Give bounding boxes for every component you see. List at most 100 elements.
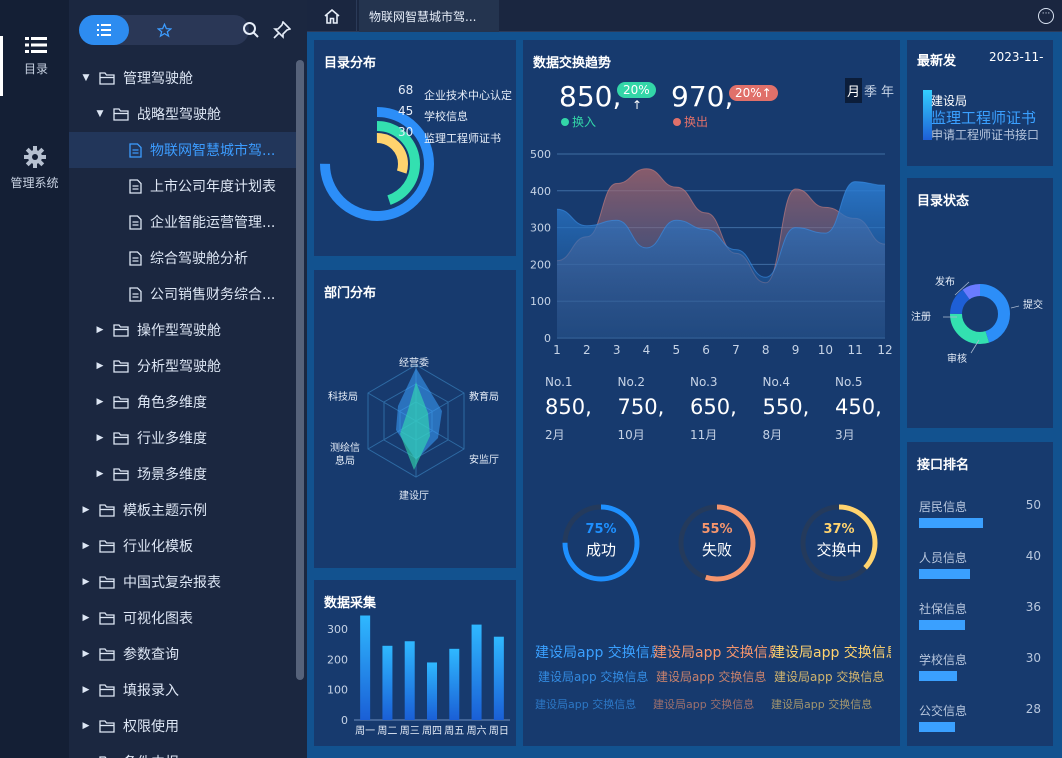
tab-dashboard[interactable]: 物联网智慧城市驾...	[359, 0, 499, 32]
period-year[interactable]: 年	[879, 78, 896, 103]
tree-node[interactable]: ▶ 权限使用	[69, 708, 297, 744]
latest-item[interactable]: 监理工程师证书	[931, 107, 1036, 128]
favorites-button[interactable]	[139, 15, 189, 45]
caret-down-icon[interactable]: ▼	[81, 73, 91, 83]
ring-value-3: 30	[398, 125, 414, 139]
scroll-text[interactable]: 建设局app 交换信息	[535, 642, 655, 662]
home-icon	[323, 8, 340, 24]
scroll-text[interactable]: 建设局app 交换信息	[538, 668, 656, 685]
pin-icon[interactable]	[273, 21, 291, 39]
tree-node[interactable]: ▶ 行业多维度	[69, 420, 297, 456]
y-tick-label: 300	[530, 222, 551, 235]
tree-node[interactable]: ▶ 场景多维度	[69, 456, 297, 492]
folder-icon	[113, 324, 129, 337]
tree-node[interactable]: ▶ 操作型驾驶舱	[69, 312, 297, 348]
x-tick-label: 周三	[400, 725, 420, 737]
tree-node[interactable]: ▶ 行业化模板	[69, 528, 297, 564]
rank-amount: 750,	[617, 395, 665, 419]
gauge-pct: 75%	[585, 522, 617, 537]
rank-no: No.2	[617, 375, 646, 389]
tree-scrollbar[interactable]	[296, 60, 304, 680]
rank-no: No.5	[835, 375, 863, 389]
left-rail: 目录 管理系统	[0, 0, 69, 758]
catalog-tree-panel: ▼ 管理驾驶舱 ▼ 战略型驾驶舱物联网智慧城市驾... 上市公司年度计划表 企业智能运营管…	[69, 0, 307, 758]
y-tick-label: 300	[327, 623, 348, 636]
caret-right-icon[interactable]: ▶	[95, 469, 105, 479]
caret-right-icon[interactable]: ▶	[95, 325, 105, 335]
in-legend: 换入	[561, 113, 596, 130]
rail-item-catalog[interactable]: 目录	[0, 36, 69, 96]
tree-node[interactable]: ▶ 参数查询	[69, 636, 297, 672]
tree-node[interactable]: 综合驾驶舱分析	[69, 240, 297, 276]
rank-value: 36	[1025, 600, 1041, 614]
scroll-text[interactable]: 建设局app 交换信息	[656, 668, 774, 685]
caret-right-icon[interactable]: ▶	[95, 397, 105, 407]
out-value: 970,	[671, 80, 734, 113]
rank-value: 30	[1025, 651, 1041, 665]
scroll-text[interactable]: 建设局app 交换信息	[535, 696, 653, 712]
more-icon[interactable]: ···	[1038, 8, 1054, 24]
tree-node[interactable]: ▶ 中国式复杂报表	[69, 564, 297, 600]
view-toggle	[79, 15, 249, 45]
radar-label-6: 科技局	[328, 392, 358, 403]
up-arrow-icon: ↑	[761, 86, 772, 100]
x-tick-label: 6	[702, 343, 710, 357]
radar-label-5: 测绘信息局	[330, 443, 360, 467]
caret-right-icon[interactable]: ▶	[81, 541, 91, 551]
home-tab[interactable]	[307, 0, 357, 32]
scroll-text[interactable]: 建设局app 交换信息	[774, 668, 892, 685]
tree-node[interactable]: 公司销售财务综合...	[69, 276, 297, 312]
bar	[382, 645, 393, 720]
folder-icon	[99, 684, 115, 697]
rail-label-catalog: 目录	[23, 62, 48, 76]
list-view-button[interactable]	[79, 15, 129, 45]
tree-node-label: 参数查询	[123, 647, 179, 663]
tree-node[interactable]: ▶ 分析型驾驶舱	[69, 348, 297, 384]
rank-value: 28	[1025, 702, 1041, 716]
scroll-text[interactable]: 建设局app 交换信息	[653, 696, 771, 712]
tree-node[interactable]: 上市公司年度计划表	[69, 168, 297, 204]
caret-right-icon[interactable]: ▶	[81, 505, 91, 515]
tree-node[interactable]: ▶条件内报	[69, 744, 297, 758]
x-tick-label: 周日	[489, 725, 509, 737]
period-quarter[interactable]: 季	[862, 78, 879, 103]
bar	[404, 641, 415, 720]
tree-node[interactable]: 物联网智慧城市驾...	[69, 132, 297, 168]
tree-node-label: 物联网智慧城市驾...	[150, 143, 276, 159]
search-icon[interactable]	[242, 21, 260, 39]
tree-node-label: 行业多维度	[137, 431, 207, 447]
tree-node[interactable]: 企业智能运营管理...	[69, 204, 297, 240]
tree-node[interactable]: ▶ 模板主题示例	[69, 492, 297, 528]
caret-down-icon[interactable]: ▼	[95, 109, 105, 119]
rank-month: 10月	[617, 428, 645, 442]
rank-bar	[919, 569, 971, 579]
caret-right-icon[interactable]: ▶	[95, 433, 105, 443]
y-tick-label: 100	[530, 295, 551, 308]
caret-right-icon[interactable]: ▶	[95, 361, 105, 371]
rank-bar	[919, 518, 983, 528]
rank-bar	[919, 620, 966, 630]
scroll-text[interactable]: 建设局app 交换信息	[771, 642, 891, 662]
period-month[interactable]: 月	[845, 77, 863, 103]
caret-right-icon[interactable]: ▶	[81, 577, 91, 587]
scroll-text[interactable]: 建设局app 交换信息	[771, 696, 889, 712]
folder-icon	[99, 504, 115, 517]
tree-node[interactable]: ▶ 可视化图表	[69, 600, 297, 636]
status-label-publish: 发布	[935, 277, 955, 288]
tree-node-label: 权限使用	[123, 719, 179, 735]
tree-node[interactable]: ▼ 管理驾驶舱	[69, 60, 297, 96]
tree-node[interactable]: ▶ 角色多维度	[69, 384, 297, 420]
caret-right-icon[interactable]: ▶	[81, 613, 91, 623]
ring-label-1: 企业技术中心认定	[424, 89, 512, 102]
caret-right-icon[interactable]: ▶	[81, 685, 91, 695]
tree-node[interactable]: ▼ 战略型驾驶舱	[69, 96, 297, 132]
rail-item-admin[interactable]: 管理系统	[0, 146, 69, 206]
latest-release-panel: 最新发 2023-11- 建设局 监理工程师证书 申请工程师证书接口	[907, 40, 1053, 166]
caret-right-icon[interactable]: ▶	[81, 721, 91, 731]
tree-node[interactable]: ▶ 填报录入	[69, 672, 297, 708]
caret-right-icon[interactable]: ▶	[81, 649, 91, 659]
scroll-text[interactable]: 建设局app 交换信息	[653, 642, 773, 662]
trend-area-chart: 01002003004005001 2 3 4 5 6 7 8 9 10 11 12	[530, 148, 893, 357]
radar-label-1: 经营委	[399, 358, 429, 369]
x-tick-label: 7	[732, 343, 740, 357]
